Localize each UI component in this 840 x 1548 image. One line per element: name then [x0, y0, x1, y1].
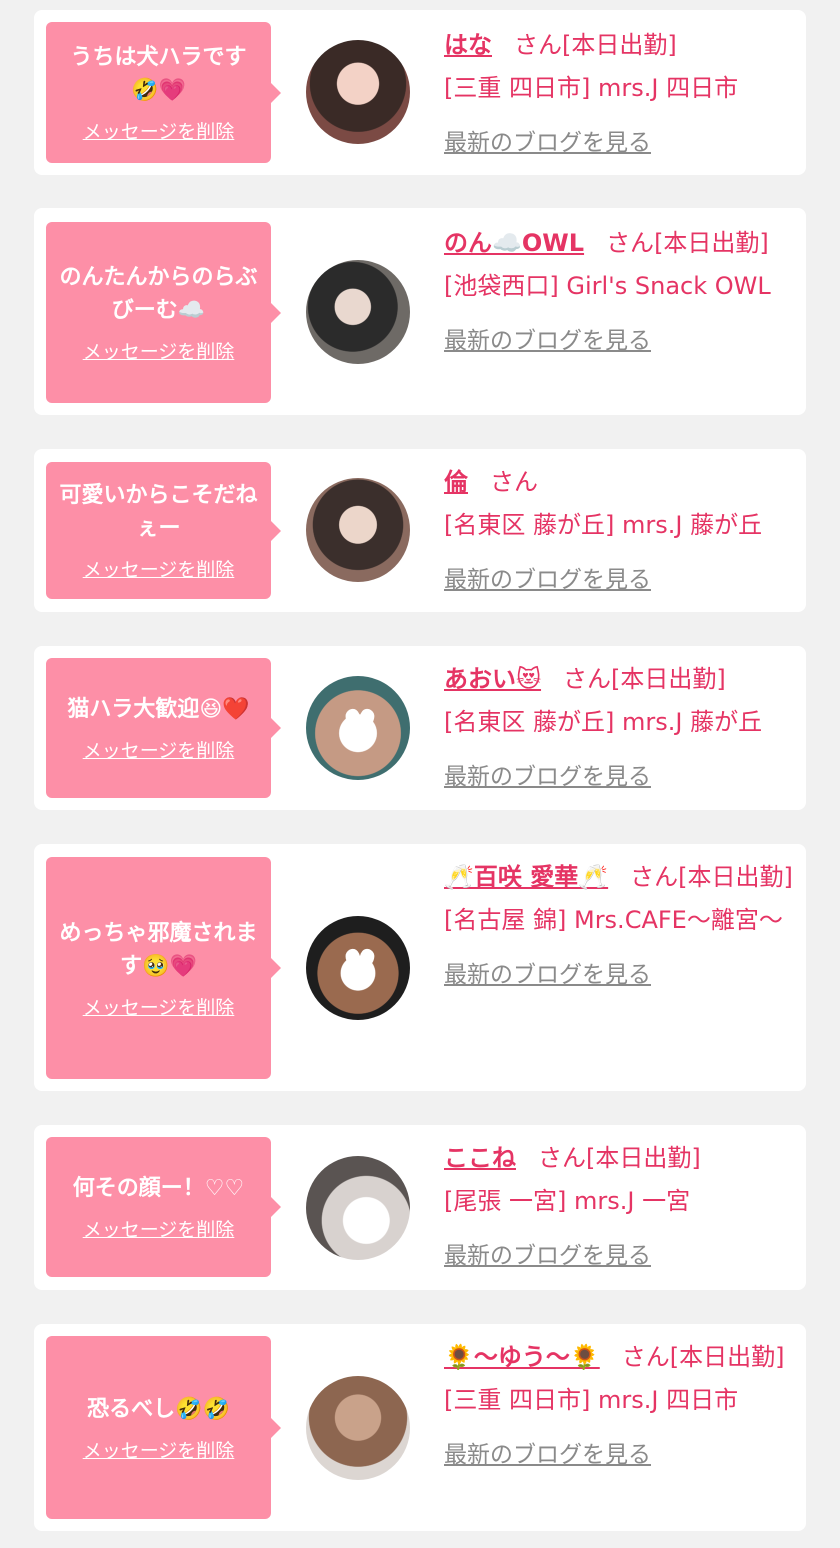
message-text: 猫ハラ大歓迎😆❤️ — [67, 697, 250, 722]
shop-location: [三重 四日市] mrs.J 四日市 — [444, 74, 739, 102]
message-bubble: 可愛いからこそだねぇー メッセージを削除 — [46, 462, 281, 599]
status-text: [本日出勤] — [611, 665, 726, 693]
delete-message-link[interactable]: メッセージを削除 — [83, 337, 235, 364]
honorific: さん — [514, 31, 562, 59]
message-card: 何その顔ー！♡♡ メッセージを削除 ここね さん[本日出勤] [尾張 一宮] mr… — [34, 1125, 806, 1290]
message-text: 何その顔ー！♡♡ — [72, 1176, 245, 1201]
blog-link[interactable]: 最新のブログを見る — [444, 1235, 794, 1278]
status-text: [本日出勤] — [654, 229, 769, 257]
shop-location: [名東区 藤が丘] mrs.J 藤が丘 — [444, 511, 763, 539]
avatar[interactable] — [306, 40, 410, 144]
delete-message-link[interactable]: メッセージを削除 — [83, 736, 235, 763]
honorific: さん — [490, 468, 538, 496]
message-bubble: めっちゃ邪魔されます🥹💗 メッセージを削除 — [46, 857, 281, 1079]
status-text: [本日出勤] — [586, 1144, 701, 1172]
profile-name-link[interactable]: 🥂百咲 愛華🥂 — [444, 863, 608, 891]
avatar[interactable]: ♥ — [306, 676, 410, 780]
honorific: さん — [630, 863, 679, 891]
status-text: [本日出勤] — [562, 31, 677, 59]
profile-name-link[interactable]: ここね — [444, 1144, 516, 1172]
message-text: 可愛いからこそだねぇー — [59, 483, 258, 541]
profile-name-link[interactable]: のん☁️OWL — [444, 229, 584, 257]
blog-link[interactable]: 最新のブログを見る — [444, 320, 794, 363]
delete-message-link[interactable]: メッセージを削除 — [83, 993, 235, 1020]
honorific: さん — [538, 1144, 586, 1172]
message-bubble: 恐るべし🤣🤣 メッセージを削除 — [46, 1336, 281, 1519]
message-bubble: 猫ハラ大歓迎😆❤️ メッセージを削除 — [46, 658, 281, 798]
message-bubble: うちは犬ハラです🤣💗 メッセージを削除 — [46, 22, 281, 163]
message-text: 恐るべし🤣🤣 — [87, 1396, 230, 1422]
honorific: さん — [621, 1343, 670, 1371]
shop-location: [名東区 藤が丘] mrs.J 藤が丘 — [444, 708, 763, 736]
delete-message-link[interactable]: メッセージを削除 — [83, 117, 235, 144]
message-text: めっちゃ邪魔されます🥹💗 — [59, 920, 258, 979]
profile-info: 🥂百咲 愛華🥂 さん[本日出勤] [名古屋 錦] Mrs.CAFE〜離宮〜 最新の… — [444, 856, 794, 997]
avatar[interactable] — [306, 478, 410, 582]
avatar[interactable] — [306, 260, 410, 364]
profile-info: 倫さん [名東区 藤が丘] mrs.J 藤が丘 最新のブログを見る — [444, 461, 794, 602]
message-card: うちは犬ハラです🤣💗 メッセージを削除 はな さん[本日出勤] [三重 四日市] … — [34, 10, 806, 175]
blog-link[interactable]: 最新のブログを見る — [444, 559, 794, 602]
blog-link[interactable]: 最新のブログを見る — [444, 954, 794, 997]
message-bubble: 何その顔ー！♡♡ メッセージを削除 — [46, 1137, 281, 1277]
message-card: のんたんからのらぶびーむ☁️ メッセージを削除 のん☁️OWL さん[本日出勤] … — [34, 208, 806, 415]
heart-icon: ♥ — [342, 702, 378, 748]
blog-link[interactable]: 最新のブログを見る — [444, 1434, 794, 1477]
avatar[interactable] — [306, 1376, 410, 1480]
message-card: 恐るべし🤣🤣 メッセージを削除 🌻〜ゆう〜🌻 さん[本日出勤] [三重 四日市] … — [34, 1324, 806, 1531]
profile-info: はな さん[本日出勤] [三重 四日市] mrs.J 四日市 最新のブログを見る — [444, 24, 794, 165]
profile-name-link[interactable]: はな — [444, 31, 492, 59]
status-text: [本日出勤] — [669, 1343, 785, 1371]
profile-info: ここね さん[本日出勤] [尾張 一宮] mrs.J 一宮 最新のブログを見る — [444, 1137, 794, 1278]
avatar[interactable]: ♥ — [306, 916, 410, 1020]
shop-location: [尾張 一宮] mrs.J 一宮 — [444, 1187, 691, 1215]
message-card: 猫ハラ大歓迎😆❤️ メッセージを削除 ♥ あおい😻 さん[本日出勤] [名東区 藤… — [34, 646, 806, 810]
heart-icon: ♥ — [342, 942, 378, 988]
shop-location: [三重 四日市] mrs.J 四日市 — [444, 1386, 739, 1414]
profile-name-link[interactable]: あおい😻 — [444, 665, 541, 693]
profile-info: 🌻〜ゆう〜🌻 さん[本日出勤] [三重 四日市] mrs.J 四日市 最新のブログ… — [444, 1336, 794, 1477]
delete-message-link[interactable]: メッセージを削除 — [83, 555, 235, 582]
honorific: さん — [606, 229, 655, 257]
delete-message-link[interactable]: メッセージを削除 — [83, 1436, 235, 1463]
message-text: うちは犬ハラです🤣💗 — [70, 45, 247, 103]
message-card: めっちゃ邪魔されます🥹💗 メッセージを削除 ♥ 🥂百咲 愛華🥂 さん[本日出勤] … — [34, 844, 806, 1091]
shop-location: [池袋西口] Girl's Snack OWL — [444, 272, 771, 300]
avatar[interactable] — [306, 1156, 410, 1260]
profile-name-link[interactable]: 🌻〜ゆう〜🌻 — [444, 1343, 600, 1371]
profile-info: あおい😻 さん[本日出勤] [名東区 藤が丘] mrs.J 藤が丘 最新のブログを… — [444, 658, 794, 799]
message-bubble: のんたんからのらぶびーむ☁️ メッセージを削除 — [46, 222, 281, 403]
status-text: [本日出勤] — [678, 863, 793, 891]
message-text: のんたんからのらぶびーむ☁️ — [59, 265, 258, 323]
delete-message-link[interactable]: メッセージを削除 — [83, 1215, 235, 1242]
message-card: 可愛いからこそだねぇー メッセージを削除 倫さん [名東区 藤が丘] mrs.J… — [34, 449, 806, 612]
shop-location: [名古屋 錦] Mrs.CAFE〜離宮〜 — [444, 906, 783, 934]
honorific: さん — [563, 665, 612, 693]
profile-info: のん☁️OWL さん[本日出勤] [池袋西口] Girl's Snack OWL … — [444, 222, 794, 363]
blog-link[interactable]: 最新のブログを見る — [444, 122, 794, 165]
profile-name-link[interactable]: 倫 — [444, 468, 468, 496]
blog-link[interactable]: 最新のブログを見る — [444, 756, 794, 799]
